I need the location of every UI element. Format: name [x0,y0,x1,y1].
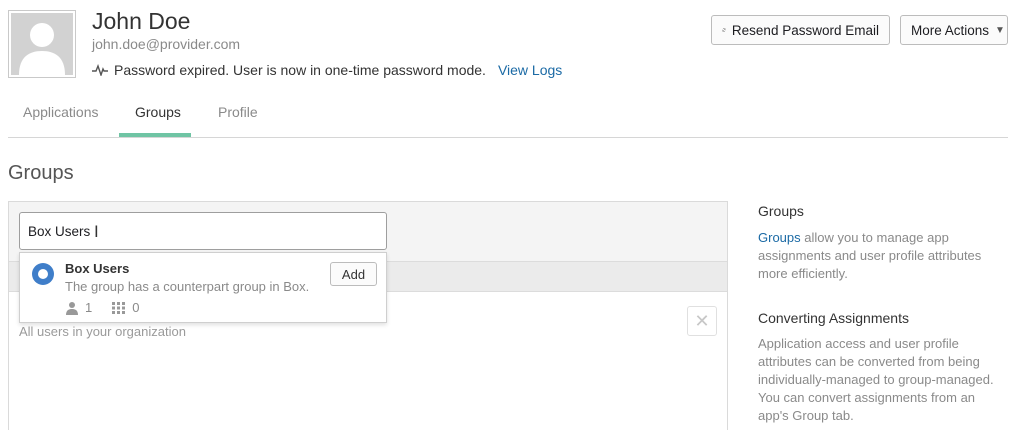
password-status: Password expired. User is now in one-tim… [92,62,562,78]
text-cursor-icon: I [94,222,99,241]
refresh-icon [722,28,726,32]
more-actions-button[interactable]: More Actions ▼ [900,15,1008,45]
status-text: Password expired. User is now in one-tim… [114,62,486,78]
tab-bar: Applications Groups Profile [8,92,1008,138]
resend-password-email-button[interactable]: Resend Password Email [711,15,890,45]
help-converting-heading: Converting Assignments [758,310,909,326]
tab-groups[interactable]: Groups [135,104,181,120]
help-converting-text: Application access and user profile attr… [758,336,994,423]
user-avatar-icon [19,23,65,75]
suggestion-group-name[interactable]: Box Users [65,261,129,276]
more-actions-label: More Actions [911,22,990,38]
help-groups-text: Groups allow you to manage app assignmen… [758,229,998,283]
tab-profile[interactable]: Profile [218,104,258,120]
view-logs-link[interactable]: View Logs [498,62,562,78]
active-tab-indicator [119,133,191,137]
remove-group-button[interactable]: ✕ [687,306,717,336]
resend-label: Resend Password Email [731,22,879,38]
user-email: john.doe@provider.com [92,36,241,52]
help-groups-link[interactable]: Groups [758,230,801,245]
user-avatar [8,10,76,78]
pulse-icon [92,64,108,76]
page-title: Groups [8,162,74,184]
suggestion-group-description: The group has a counterpart group in Box… [65,279,310,294]
apps-grid-icon [112,301,126,314]
radio-dot [38,269,48,279]
tab-applications[interactable]: Applications [23,104,99,120]
app-count: 0 [132,300,140,315]
add-group-button[interactable]: Add [330,262,377,286]
group-radio[interactable] [32,263,54,285]
close-icon: ✕ [694,310,710,331]
caret-down-icon: ▼ [995,24,1005,36]
user-name: John Doe [92,8,191,34]
suggestion-group-stats: 1 0 [65,300,139,315]
group-description: All users in your organization [19,324,186,339]
group-search-input[interactable] [19,212,387,250]
person-icon [66,301,78,315]
help-groups-heading: Groups [758,203,804,219]
user-count: 1 [85,300,93,315]
group-suggestion-dropdown: Box Users The group has a counterpart gr… [19,252,387,323]
